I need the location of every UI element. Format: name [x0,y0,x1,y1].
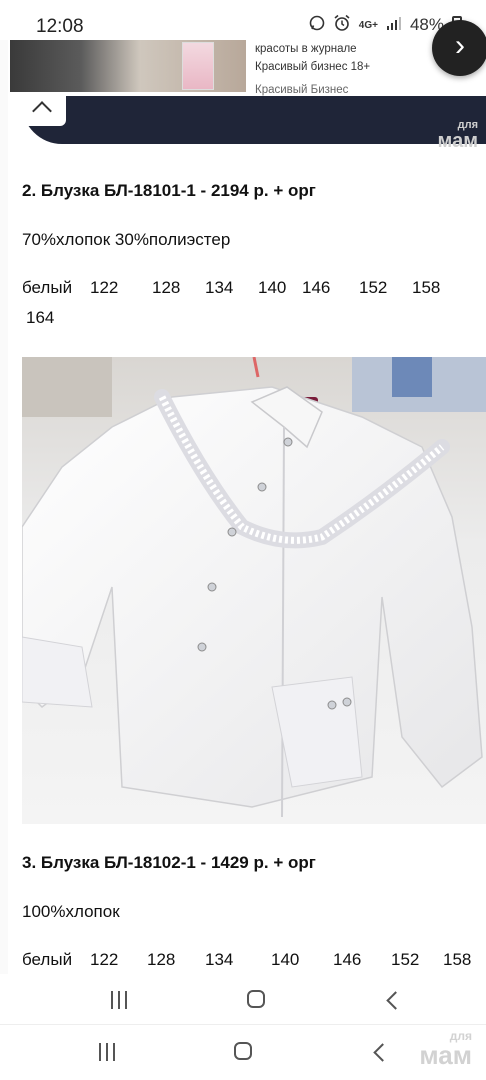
product-material: 70%хлопок 30%полиэстер [22,230,231,249]
whatsapp-icon [309,15,325,35]
size-color: белый [22,950,73,969]
size-color: белый [22,278,73,297]
size-value: 152 [391,950,420,969]
recents-icon [98,1043,116,1061]
alarm-icon [333,14,351,36]
network-label: 4G+ [358,19,378,31]
product-title: 3. Блузка БЛ-18102-1 - 1429 р. + орг [22,853,316,872]
home-button[interactable] [237,986,277,1016]
size-list: белый 122 128 134 140 146 152 158 [22,950,482,974]
screen: 12:08 4G+ 48% красоты в журнале Красивый… [0,0,486,1080]
size-value: 152 [359,278,388,297]
back-button[interactable] [375,986,415,1016]
ad-text-line2: Красивый бизнес 18+ [255,61,371,73]
size-value: 146 [333,950,362,969]
product-photo-blouse[interactable] [22,357,486,824]
ad-text[interactable]: красоты в журнале Красивый бизнес 18+ [255,40,370,76]
back-button[interactable] [362,1038,402,1068]
ad-thumbnail[interactable] [10,40,246,92]
size-list: белый 122 128 134 140 146 152 158 [22,278,482,302]
system-navigation-bar [0,1026,486,1080]
size-value: 158 [443,950,472,969]
size-value: 146 [302,278,331,297]
size-value: 122 [90,278,119,297]
size-value: 140 [258,278,287,297]
size-value: 164 [26,308,55,327]
size-value: 140 [271,950,300,969]
home-icon [234,1042,252,1060]
advertisement-banner[interactable]: красоты в журнале Красивый бизнес 18+ Кр… [0,40,486,96]
home-button[interactable] [224,1038,264,1068]
magazine-cover-image [182,42,214,90]
previous-product-photo [22,96,486,144]
ad-next-button[interactable]: › [432,20,486,76]
collapse-ad-button[interactable] [20,94,66,126]
back-icon [386,991,405,1010]
site-watermark: для мам [437,119,478,152]
inner-navigation-bar [0,974,486,1028]
blouse-illustration [22,357,486,824]
size-value: 134 [205,278,234,297]
signal-icon [386,15,402,35]
chevron-up-icon [32,101,52,121]
status-bar: 12:08 4G+ 48% [0,0,486,44]
left-edge-shadow [0,40,8,1025]
divider [0,1024,486,1025]
recents-icon [110,991,128,1009]
size-value: 158 [412,278,441,297]
size-value: 128 [147,950,176,969]
size-value: 128 [152,278,181,297]
product-material: 100%хлопок [22,902,120,921]
chevron-right-icon: › [455,29,465,62]
size-value: 122 [90,950,119,969]
size-value: 134 [205,950,234,969]
home-icon [247,990,265,1008]
status-time: 12:08 [36,16,84,37]
ad-source: Красивый Бизнес [255,84,349,96]
recents-button[interactable] [100,986,140,1016]
ad-text-line1: красоты в журнале [255,43,357,55]
size-list-wrap: 164 [22,308,482,332]
product-title: 2. Блузка БЛ-18101-1 - 2194 р. + орг [22,181,316,200]
recents-button[interactable] [88,1038,128,1068]
site-watermark: для мам [419,1029,472,1070]
back-icon [373,1043,392,1062]
